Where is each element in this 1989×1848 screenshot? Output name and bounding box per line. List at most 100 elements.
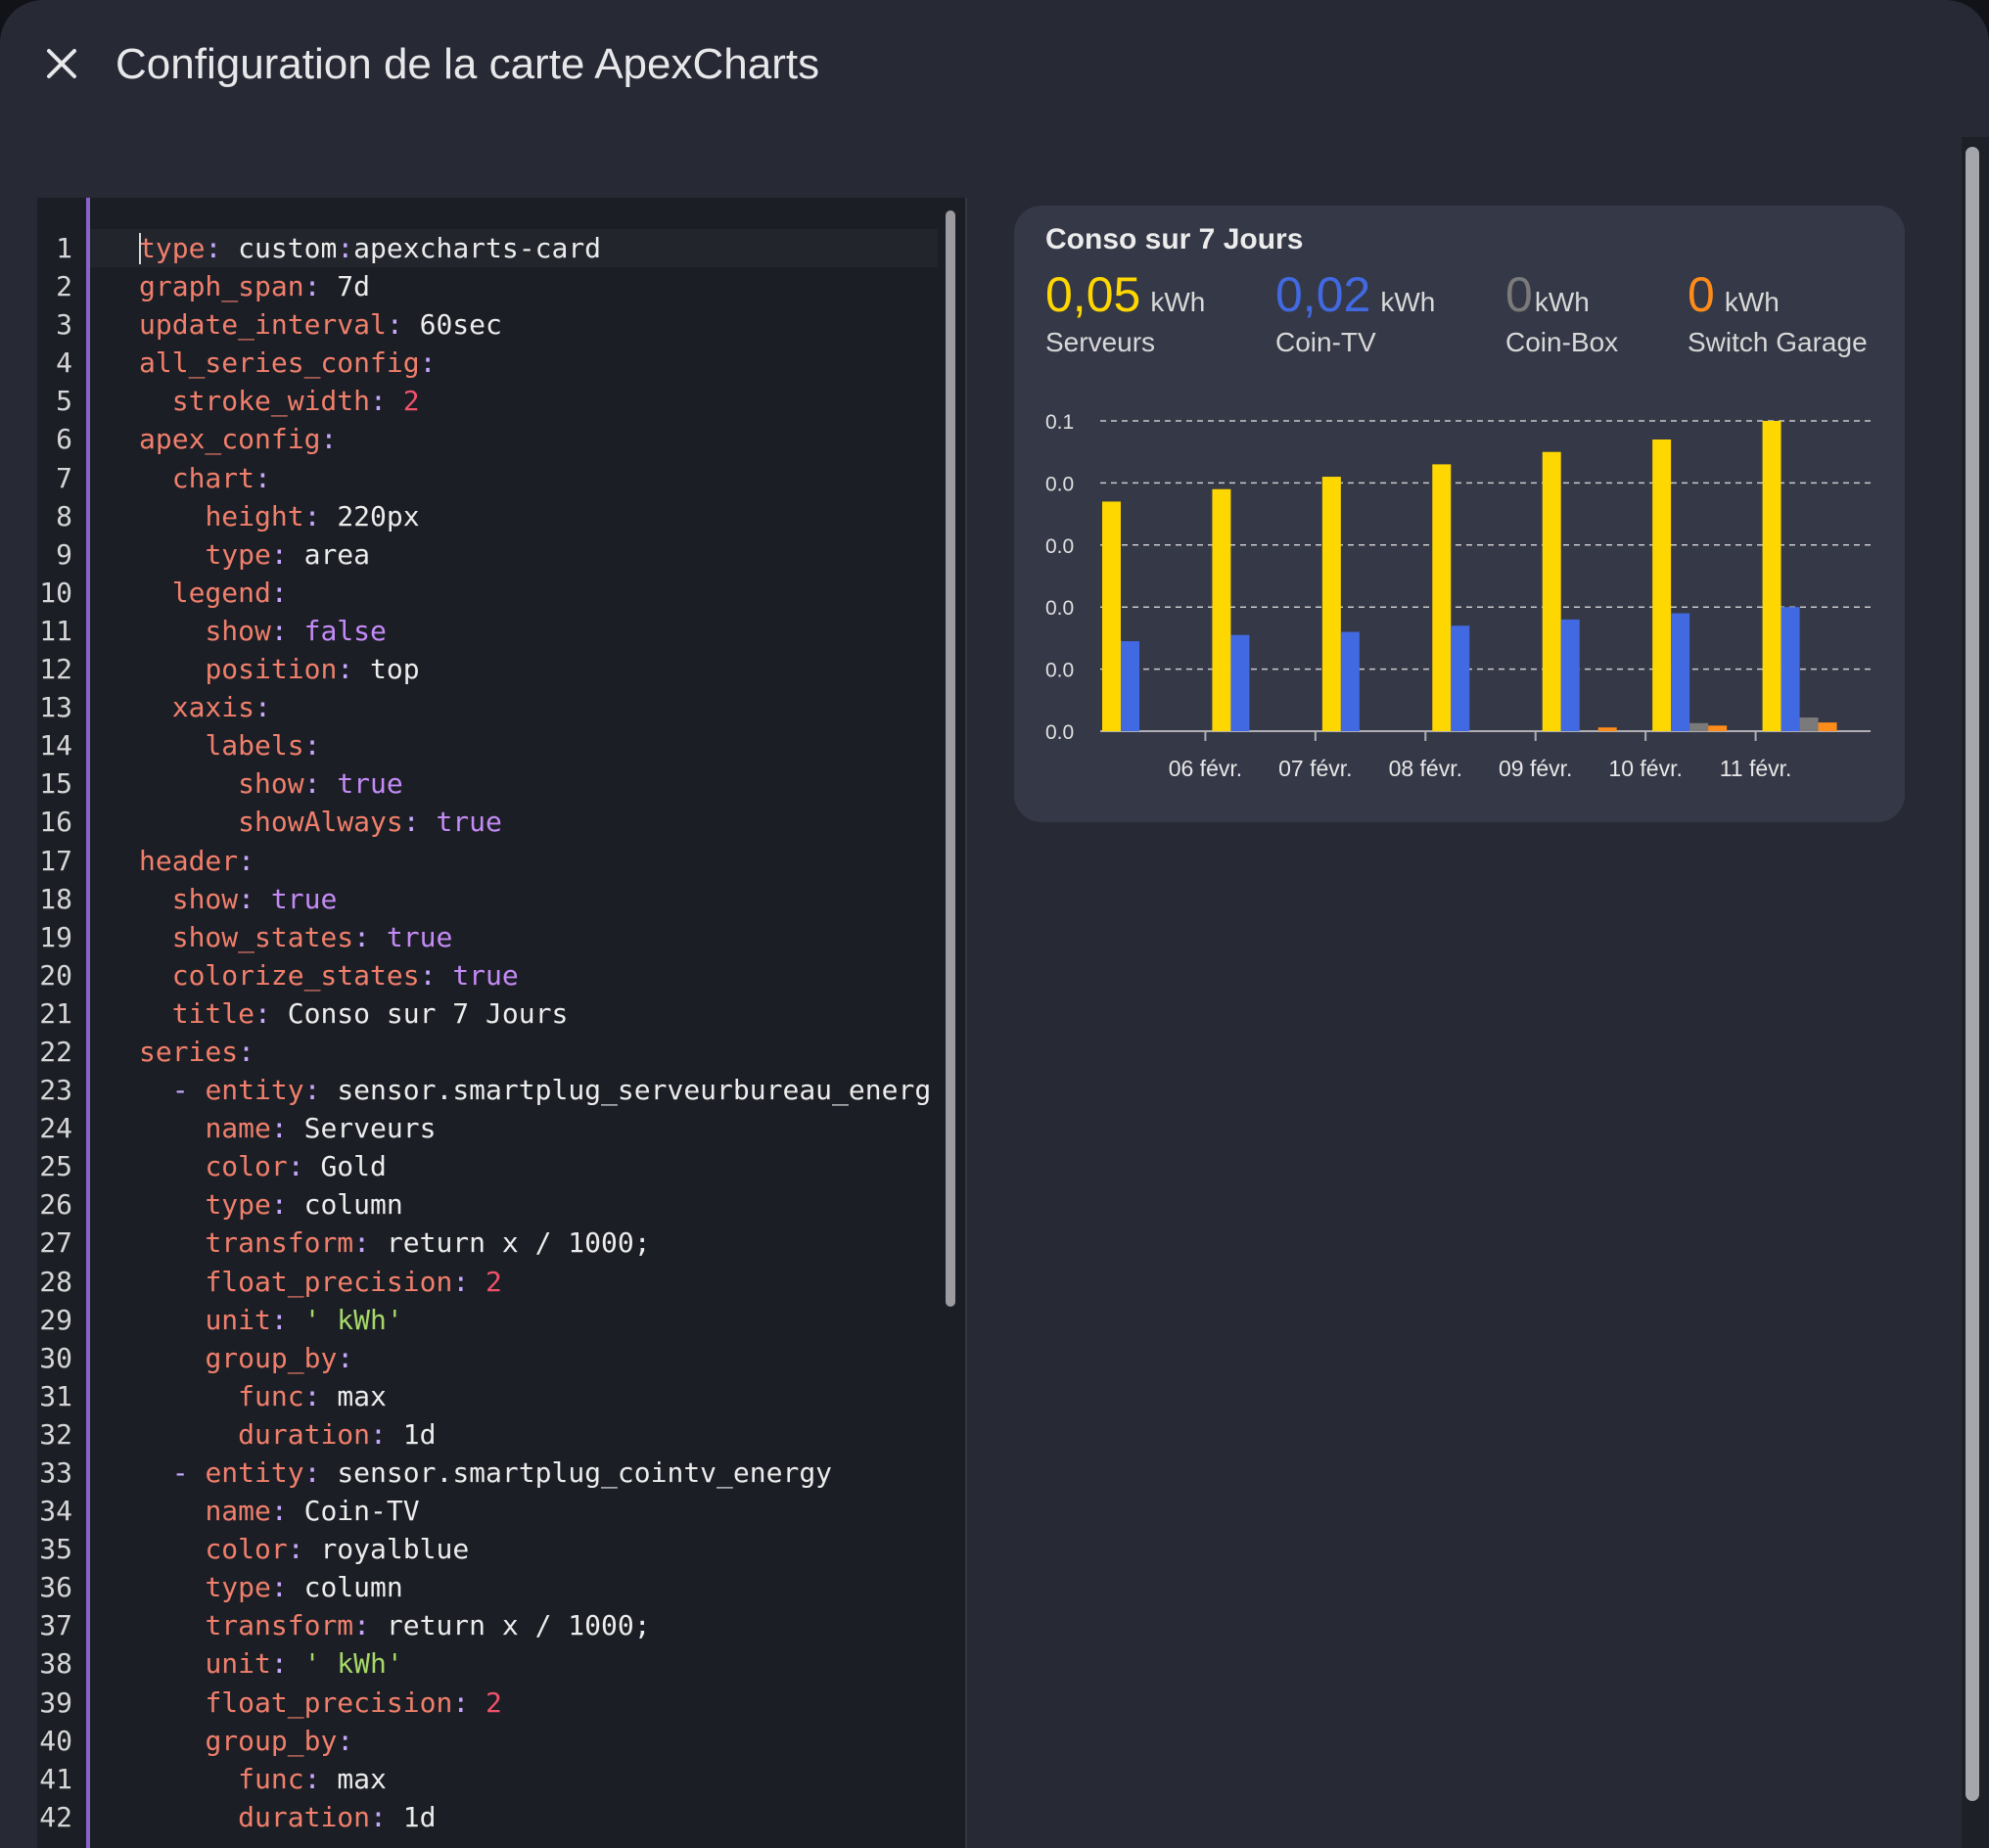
code-line[interactable]: 24 name: Serveurs	[39, 1109, 938, 1147]
code-line[interactable]: 23 - entity: sensor.smartplug_serveurbur…	[39, 1071, 938, 1109]
code-line[interactable]: 19 show_states: true	[39, 918, 938, 956]
x-tick-label: 06 févr.	[1169, 756, 1242, 781]
code-token: :	[419, 346, 437, 380]
code-token: :	[287, 1533, 321, 1566]
line-text: height: 220px	[139, 497, 419, 535]
bar-serveurs	[1321, 477, 1341, 731]
code-token: :	[238, 882, 271, 915]
code-token: type	[205, 537, 271, 571]
code-line[interactable]: 7 chart:	[56, 459, 938, 497]
code-token: false	[303, 614, 387, 647]
code-line[interactable]: 15 show: true	[39, 764, 938, 803]
code-line[interactable]: 1 type: custom:apexcharts-card	[56, 229, 938, 267]
code-line[interactable]: 16 showAlways: true	[39, 803, 938, 841]
code-line[interactable]: 38 unit: ' kWh'	[39, 1644, 938, 1683]
code-lines: 1 type: custom:apexcharts-card 2 graph_span…	[39, 229, 938, 1836]
line-number: 8	[56, 499, 72, 532]
line-number: 16	[39, 806, 72, 839]
code-line[interactable]: 29 unit: ' kWh'	[39, 1301, 938, 1339]
code-line[interactable]: 12 position: top	[39, 650, 938, 688]
bar-coin-tv	[1560, 619, 1580, 731]
line-number: 21	[39, 996, 72, 1030]
code-line[interactable]: 30 group_by:	[39, 1339, 938, 1377]
line-number: 6	[56, 423, 72, 456]
code-line[interactable]: 13 xaxis:	[39, 688, 938, 726]
code-token: color	[205, 1533, 288, 1566]
code-token: true	[270, 882, 338, 915]
code-line[interactable]: 40 group_by:	[39, 1722, 938, 1760]
code-line[interactable]: 6 apex_config:	[56, 420, 938, 458]
code-token: colorize_states	[171, 958, 420, 992]
code-line[interactable]: 32 duration: 1d	[39, 1415, 938, 1454]
code-line[interactable]: 20 colorize_states: true	[39, 956, 938, 994]
code-line[interactable]: 35 color: royalblue	[39, 1530, 938, 1568]
code-line[interactable]: 39 float_precision: 2	[39, 1684, 938, 1722]
editor-scrollbar[interactable]	[946, 210, 955, 1307]
code-token: 2	[486, 1686, 502, 1719]
code-token: custom	[238, 232, 338, 264]
header-state: 0 kWh Switch Garage	[1688, 264, 1868, 358]
code-token: 1d	[402, 1417, 437, 1451]
code-line[interactable]: 17 header:	[39, 842, 938, 880]
code-line[interactable]: 28 float_precision: 2	[39, 1263, 938, 1301]
code-token: group_by	[205, 1724, 338, 1757]
code-line[interactable]: 2 graph_span: 7d	[56, 267, 938, 305]
bar-serveurs	[1762, 421, 1781, 731]
code-line[interactable]: 5 stroke_width: 2	[56, 382, 938, 420]
state-unit: kWh	[1380, 287, 1436, 317]
line-text: name: Serveurs	[139, 1109, 436, 1147]
code-token: transform	[205, 1609, 354, 1642]
line-text: float_precision: 2	[139, 1684, 502, 1722]
line-text: all_series_config:	[139, 344, 436, 382]
code-line[interactable]: 31 func: max	[39, 1377, 938, 1415]
state-name: Serveurs	[1045, 327, 1156, 357]
code-line[interactable]: 26 type: column	[39, 1185, 938, 1224]
code-line[interactable]: 4 all_series_config:	[56, 344, 938, 382]
code-line[interactable]: 8 height: 220px	[56, 497, 938, 535]
yaml-editor[interactable]: 1 type: custom:apexcharts-card 2 graph_span…	[37, 198, 967, 1848]
page-scrollbar[interactable]	[1966, 147, 1979, 1801]
code-line[interactable]: 25 color: Gold	[39, 1147, 938, 1185]
code-token: :	[353, 1226, 387, 1260]
code-token: return x / 1000;	[386, 1609, 651, 1642]
bar-coin-tv	[1671, 613, 1690, 731]
close-button[interactable]	[37, 39, 86, 88]
code-line[interactable]: 22 series:	[39, 1033, 938, 1071]
line-text: type: area	[139, 535, 370, 574]
code-line[interactable]: 27 transform: return x / 1000;	[39, 1224, 938, 1262]
code-line[interactable]: 10 legend:	[39, 574, 938, 612]
line-text: color: Gold	[139, 1147, 386, 1185]
code-area[interactable]: 1 type: custom:apexcharts-card 2 graph_span…	[39, 198, 938, 1848]
line-number: 7	[56, 461, 72, 494]
code-line[interactable]: 14 labels:	[39, 726, 938, 764]
line-text: header:	[139, 842, 254, 880]
code-line[interactable]: 21 title: Conso sur 7 Jours	[39, 994, 938, 1033]
code-line[interactable]: 41 func: max	[39, 1760, 938, 1798]
code-line[interactable]: 11 show: false	[39, 612, 938, 650]
y-tick-label: 0.0	[1045, 721, 1074, 744]
code-line[interactable]: 37 transform: return x / 1000;	[39, 1606, 938, 1644]
code-line[interactable]: 36 type: column	[39, 1568, 938, 1606]
code-line[interactable]: 18 show: true	[39, 880, 938, 918]
code-line[interactable]: 3 update_interval: 60sec	[56, 305, 938, 344]
code-line[interactable]: 9 type: area	[56, 535, 938, 574]
code-line[interactable]: 33 - entity: sensor.smartplug_cointv_ene…	[39, 1454, 938, 1492]
line-number: 33	[39, 1456, 72, 1489]
code-line[interactable]: 34 name: Coin-TV	[39, 1492, 938, 1530]
code-token: name	[205, 1112, 271, 1145]
editor-divider	[965, 198, 967, 1848]
line-text: color: royalblue	[139, 1530, 469, 1568]
code-token: :	[238, 844, 255, 877]
line-number: 24	[39, 1112, 72, 1145]
code-line[interactable]: 42 duration: 1d	[39, 1798, 938, 1836]
